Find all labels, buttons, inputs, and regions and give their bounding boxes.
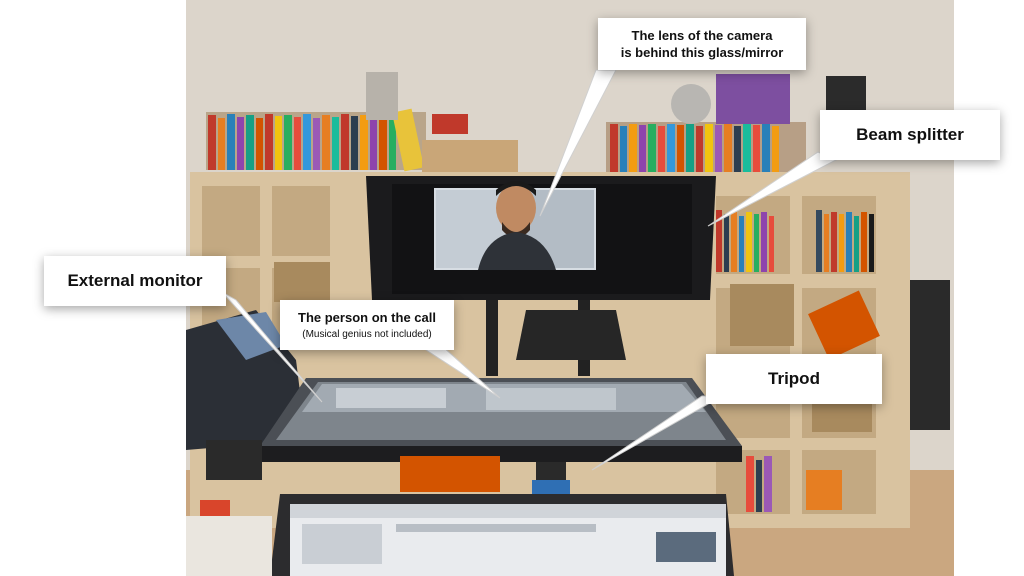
tripod-label: Tripod [768,369,820,388]
person-callout: The person on the call (Musical genius n… [280,300,454,350]
person-note: (Musical genius not included) [302,328,432,340]
photo-illustration [186,0,954,576]
beam-splitter-callout: Beam splitter [820,110,1000,160]
lens-callout: The lens of the camera is behind this gl… [598,18,806,70]
lens-callout-line2: is behind this glass/mirror [620,45,784,60]
beam-splitter-label: Beam splitter [856,125,964,144]
external-monitor-label: External monitor [67,271,203,290]
teleprompter-photo [186,0,954,576]
lens-callout-line1: The lens of the camera [631,28,773,43]
external-monitor-callout: External monitor [44,256,226,306]
tripod-callout: Tripod [706,354,882,404]
person-label: The person on the call [298,309,436,325]
